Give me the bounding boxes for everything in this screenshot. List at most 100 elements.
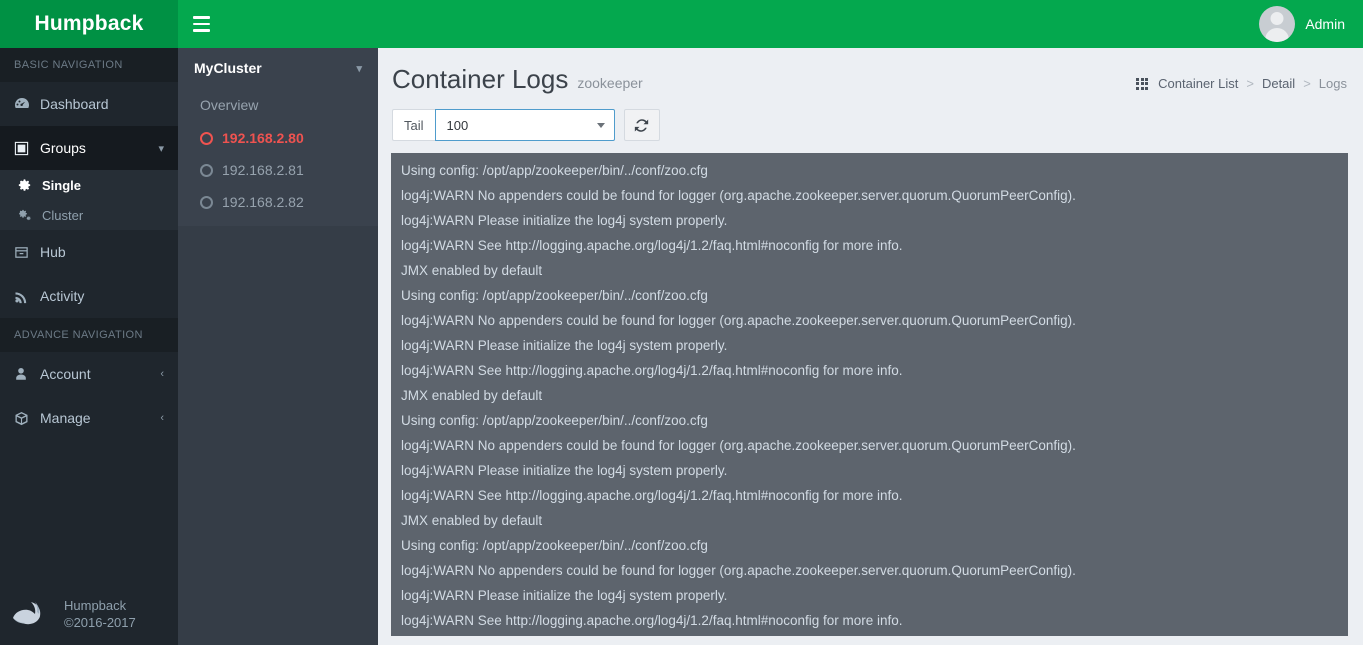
user-name: Admin xyxy=(1305,16,1345,32)
log-line: Using config: /opt/app/zookeeper/bin/../… xyxy=(401,538,708,553)
sidebar-item-label: Hub xyxy=(40,244,66,260)
log-line: Using config: /opt/app/zookeeper/bin/../… xyxy=(401,288,708,303)
log-line: Using config: /opt/app/zookeeper/bin/../… xyxy=(401,163,708,178)
log-line: log4j:WARN Please initialize the log4j s… xyxy=(401,588,728,603)
grid-icon xyxy=(1136,77,1149,90)
hub-icon xyxy=(14,245,40,260)
chevron-down-icon: ▾ xyxy=(356,62,362,75)
sidebar-item-label: Activity xyxy=(40,288,85,304)
tail-select-value: 100 xyxy=(446,117,469,133)
hamburger-bar xyxy=(192,29,210,32)
node-status-icon xyxy=(200,163,213,177)
sidebar-item-single[interactable]: Single xyxy=(0,170,178,200)
cluster-node-item[interactable]: 192.168.2.82 xyxy=(178,186,378,218)
page-title: Container Logs xyxy=(392,64,569,94)
chevron-down-icon: ▾ xyxy=(158,142,164,155)
sidebar: BASIC NAVIGATION Dashboard Groups ▾ Sing… xyxy=(0,48,178,645)
log-line: log4j:WARN See http://logging.apache.org… xyxy=(401,238,903,253)
user-menu[interactable]: Admin xyxy=(1259,6,1363,42)
tail-input-group: Tail 100 xyxy=(392,109,615,141)
node-status-icon xyxy=(200,195,213,209)
chevron-down-icon xyxy=(596,122,605,128)
log-line: JMX enabled by default xyxy=(401,513,543,528)
user-icon xyxy=(14,367,40,381)
whale-logo xyxy=(10,592,56,637)
sidebar-item-label: Manage xyxy=(40,410,91,426)
cluster-node-ip: 192.168.2.80 xyxy=(222,130,304,146)
node-status-icon xyxy=(200,131,213,145)
log-line: log4j:WARN Please initialize the log4j s… xyxy=(401,463,728,478)
sidebar-item-label: Account xyxy=(40,366,91,382)
chevron-left-icon: ‹ xyxy=(160,412,164,424)
sidebar-item-manage[interactable]: Manage ‹ xyxy=(0,396,178,440)
log-line: log4j:WARN No appenders could be found f… xyxy=(401,563,1076,578)
breadcrumb-item-logs: Logs xyxy=(1318,76,1347,91)
dashboard-icon xyxy=(14,96,40,112)
sidebar-footer-text: Humpback ©2016-2017 xyxy=(64,597,136,631)
cube-icon xyxy=(14,411,40,426)
page-title-wrap: Container Logs zookeeper xyxy=(392,64,643,95)
sidebar-footer: Humpback ©2016-2017 xyxy=(0,583,178,645)
log-line: log4j:WARN See http://logging.apache.org… xyxy=(401,613,903,628)
cluster-node-item[interactable]: 192.168.2.81 xyxy=(178,154,378,186)
sidebar-section-basic: BASIC NAVIGATION xyxy=(0,48,178,82)
log-line: JMX enabled by default xyxy=(401,263,543,278)
sidebar-item-label: Dashboard xyxy=(40,96,109,112)
main-content: Container Logs zookeeper Container List … xyxy=(378,48,1363,645)
avatar xyxy=(1259,6,1296,42)
app-root: Humpback Admin BASIC NAVIGATION Dashboar… xyxy=(0,0,1363,645)
hamburger-bar xyxy=(192,22,210,26)
hamburger-bar xyxy=(192,16,210,19)
gear-icon xyxy=(18,178,42,192)
cluster-selector[interactable]: MyCluster ▾ xyxy=(178,48,378,88)
log-line: log4j:WARN No appenders could be found f… xyxy=(401,188,1076,203)
page-subtitle: zookeeper xyxy=(577,75,643,91)
sidebar-subitem-label: Single xyxy=(42,177,82,193)
sidebar-subitem-label: Cluster xyxy=(42,207,84,223)
log-line: log4j:WARN See http://logging.apache.org… xyxy=(401,363,903,378)
tail-select[interactable]: 100 xyxy=(434,109,615,141)
sidebar-item-label: Groups xyxy=(40,140,86,156)
sidebar-item-activity[interactable]: Activity xyxy=(0,274,178,318)
logs-toolbar: Tail 100 xyxy=(378,95,1363,141)
chevron-left-icon: ‹ xyxy=(160,368,164,380)
sidebar-section-advance: ADVANCE NAVIGATION xyxy=(0,318,178,352)
cluster-node-item[interactable]: 192.168.2.80 xyxy=(178,122,378,154)
cluster-panel: MyCluster ▾ Overview 192.168.2.80 192.16… xyxy=(178,48,378,645)
log-line: log4j:WARN No appenders could be found f… xyxy=(401,313,1076,328)
log-line: log4j:WARN Please initialize the log4j s… xyxy=(401,213,728,228)
cluster-node-ip: 192.168.2.82 xyxy=(222,194,304,210)
log-output[interactable]: Using config: /opt/app/zookeeper/bin/../… xyxy=(391,153,1348,636)
footer-copyright: ©2016-2017 xyxy=(64,615,136,630)
breadcrumb-separator: > xyxy=(1246,76,1254,91)
log-line: log4j:WARN No appenders could be found f… xyxy=(401,438,1076,453)
sidebar-item-cluster[interactable]: Cluster xyxy=(0,200,178,230)
footer-app-name: Humpback xyxy=(64,598,127,613)
cluster-node-list: Overview 192.168.2.80 192.168.2.81 192.1… xyxy=(178,88,378,226)
brand-logo[interactable]: Humpback xyxy=(0,0,178,48)
breadcrumb-item-container-list[interactable]: Container List xyxy=(1158,76,1238,91)
log-line: JMX enabled by default xyxy=(401,388,543,403)
sidebar-item-dashboard[interactable]: Dashboard xyxy=(0,82,178,126)
cluster-node-ip: 192.168.2.81 xyxy=(222,162,304,178)
cluster-name: MyCluster xyxy=(194,60,262,76)
groups-icon xyxy=(14,141,40,156)
top-bar-right: Admin xyxy=(178,0,1363,48)
groups-submenu: Single Cluster xyxy=(0,170,178,230)
sidebar-item-account[interactable]: Account ‹ xyxy=(0,352,178,396)
breadcrumb: Container List > Detail > Logs xyxy=(1136,64,1347,91)
top-bar: Humpback Admin xyxy=(0,0,1363,48)
sidebar-item-groups[interactable]: Groups ▾ xyxy=(0,126,178,170)
log-line: Using config: /opt/app/zookeeper/bin/../… xyxy=(401,413,708,428)
sidebar-item-hub[interactable]: Hub xyxy=(0,230,178,274)
tail-label: Tail xyxy=(392,109,435,141)
log-line: log4j:WARN See http://logging.apache.org… xyxy=(401,488,903,503)
activity-icon xyxy=(14,289,40,304)
breadcrumb-item-detail[interactable]: Detail xyxy=(1262,76,1295,91)
log-line: log4j:WARN Please initialize the log4j s… xyxy=(401,338,728,353)
page-header: Container Logs zookeeper Container List … xyxy=(378,48,1363,95)
cluster-overview-item[interactable]: Overview xyxy=(178,88,378,122)
hamburger-icon[interactable] xyxy=(178,0,224,48)
gears-icon xyxy=(18,209,42,222)
refresh-button[interactable] xyxy=(623,109,660,141)
